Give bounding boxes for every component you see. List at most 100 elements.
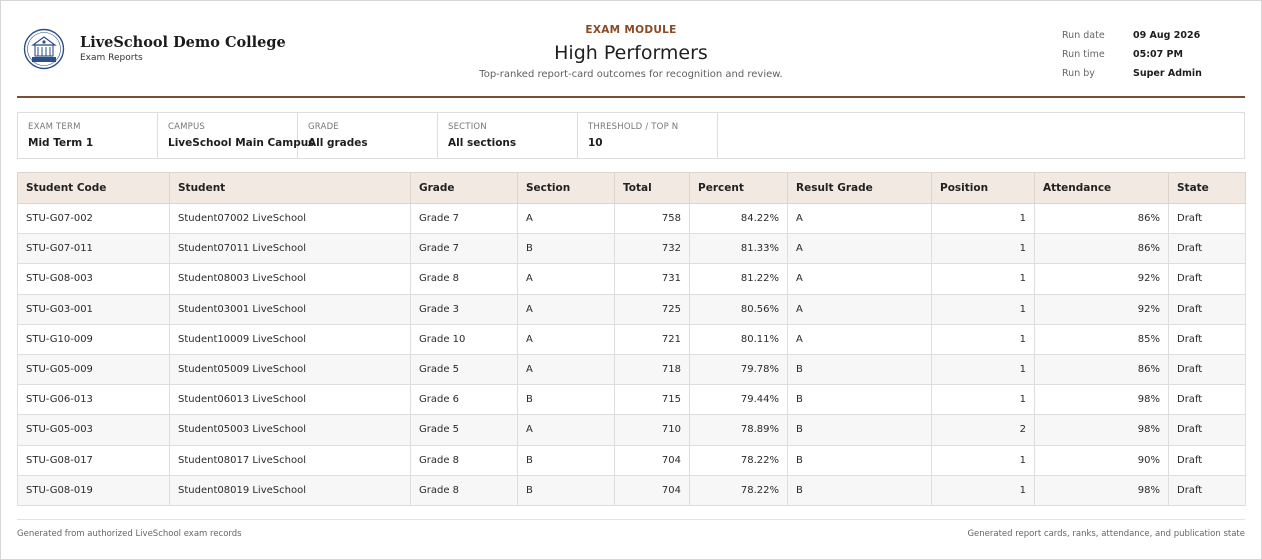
column-header-percent: Percent — [689, 172, 788, 204]
cell-percent: 81.22% — [689, 263, 788, 295]
filter-grade: GRADE All grades — [298, 113, 438, 158]
cell-section: B — [517, 474, 615, 506]
cell-section: A — [517, 353, 615, 386]
cell-section: A — [517, 263, 615, 295]
cell-grade: Grade 8 — [410, 474, 518, 506]
column-header-student-code: Student Code — [17, 172, 170, 204]
cell-percent: 81.33% — [689, 233, 788, 265]
table-row: STU-G08-003 Student08003 LiveSchool Grade … — [17, 263, 1246, 295]
cell-state: Draft — [1168, 233, 1246, 265]
run-date-row: Run date 09 Aug 2026 — [1062, 26, 1202, 45]
cell-student-code: STU-G03-001 — [17, 293, 170, 325]
cell-total: 710 — [614, 414, 690, 446]
cell-percent: 78.22% — [689, 474, 788, 506]
cell-attendance: 98% — [1034, 384, 1169, 416]
cell-attendance: 86% — [1034, 202, 1169, 235]
filter-value: LiveSchool Main Campus — [168, 137, 315, 149]
cell-section: B — [517, 384, 615, 416]
filter-value: All grades — [308, 137, 368, 149]
cell-section: B — [517, 444, 615, 476]
cell-total: 715 — [614, 384, 690, 416]
cell-section: B — [517, 233, 615, 265]
cell-grade: Grade 8 — [410, 444, 518, 476]
cell-position: 1 — [931, 353, 1035, 386]
cell-state: Draft — [1168, 263, 1246, 295]
run-time-label: Run time — [1062, 49, 1105, 60]
cell-attendance: 98% — [1034, 474, 1169, 506]
filter-label: CAMPUS — [168, 122, 206, 132]
cell-grade: Grade 7 — [410, 233, 518, 265]
filter-value: All sections — [448, 137, 517, 149]
cell-grade: Grade 6 — [410, 384, 518, 416]
cell-attendance: 90% — [1034, 444, 1169, 476]
run-date-label: Run date — [1062, 30, 1105, 41]
report-header: LiveSchool Demo College Exam Reports EXA… — [17, 0, 1245, 98]
table-row: STU-G03-001 Student03001 LiveSchool Grade … — [17, 293, 1246, 325]
cell-percent: 79.44% — [689, 384, 788, 416]
column-header-position: Position — [931, 172, 1035, 204]
cell-percent: 84.22% — [689, 202, 788, 235]
column-header-section: Section — [517, 172, 615, 204]
cell-student-code: STU-G10-009 — [17, 323, 170, 355]
page-subtitle: Top-ranked report-card outcomes for reco… — [479, 69, 783, 80]
table-header-row: Student Code Student Grade Section Total… — [17, 172, 1246, 204]
cell-attendance: 92% — [1034, 293, 1169, 325]
cell-student-name: Student08017 LiveSchool — [169, 444, 411, 476]
table-row: STU-G05-003 Student05003 LiveSchool Grade … — [17, 414, 1246, 446]
cell-position: 1 — [931, 293, 1035, 325]
cell-result-grade: B — [787, 444, 932, 476]
cell-percent: 80.11% — [689, 323, 788, 355]
page-title: High Performers — [554, 42, 708, 64]
cell-student-code: STU-G08-003 — [17, 263, 170, 295]
cell-result-grade: A — [787, 263, 932, 295]
title-block: EXAM MODULE High Performers Top-ranked r… — [17, 24, 1245, 80]
column-header-total: Total — [614, 172, 690, 204]
cell-student-code: STU-G07-011 — [17, 233, 170, 265]
cell-attendance: 98% — [1034, 414, 1169, 446]
cell-student-name: Student10009 LiveSchool — [169, 323, 411, 355]
table-row: STU-G08-019 Student08019 LiveSchool Grade … — [17, 474, 1246, 506]
cell-position: 1 — [931, 474, 1035, 506]
run-time-value: 05:07 PM — [1133, 49, 1183, 60]
cell-state: Draft — [1168, 384, 1246, 416]
run-by-value: Super Admin — [1133, 68, 1202, 79]
cell-position: 1 — [931, 233, 1035, 265]
cell-total: 718 — [614, 353, 690, 386]
cell-attendance: 86% — [1034, 233, 1169, 265]
run-date-value: 09 Aug 2026 — [1133, 30, 1201, 41]
table-body: STU-G07-002 Student07002 LiveSchool Grade … — [17, 202, 1246, 506]
cell-percent: 79.78% — [689, 353, 788, 386]
cell-total: 758 — [614, 202, 690, 235]
cell-result-grade: B — [787, 414, 932, 446]
cell-total: 725 — [614, 293, 690, 325]
filter-section: SECTION All sections — [438, 113, 578, 158]
column-header-result-grade: Result Grade — [787, 172, 932, 204]
filter-value: 10 — [588, 137, 603, 149]
run-by-label: Run by — [1062, 68, 1095, 79]
cell-grade: Grade 8 — [410, 263, 518, 295]
cell-state: Draft — [1168, 293, 1246, 325]
cell-student-name: Student08019 LiveSchool — [169, 474, 411, 506]
cell-percent: 80.56% — [689, 293, 788, 325]
cell-result-grade: B — [787, 353, 932, 386]
cell-result-grade: B — [787, 474, 932, 506]
cell-position: 1 — [931, 202, 1035, 235]
cell-total: 732 — [614, 233, 690, 265]
cell-student-name: Student08003 LiveSchool — [169, 263, 411, 295]
filter-label: THRESHOLD / TOP N — [588, 122, 679, 132]
filter-label: EXAM TERM — [28, 122, 81, 132]
cell-student-code: STU-G08-019 — [17, 474, 170, 506]
cell-student-code: STU-G05-009 — [17, 353, 170, 386]
filter-campus: CAMPUS LiveSchool Main Campus — [158, 113, 315, 158]
cell-attendance: 85% — [1034, 323, 1169, 355]
cell-grade: Grade 7 — [410, 202, 518, 235]
cell-state: Draft — [1168, 444, 1246, 476]
cell-student-name: Student05003 LiveSchool — [169, 414, 411, 446]
cell-student-code: STU-G08-017 — [17, 444, 170, 476]
column-header-state: State — [1168, 172, 1246, 204]
cell-result-grade: A — [787, 293, 932, 325]
cell-state: Draft — [1168, 414, 1246, 446]
cell-grade: Grade 5 — [410, 414, 518, 446]
high-performers-table: Student Code Student Grade Section Total… — [17, 172, 1246, 506]
footer-divider — [17, 519, 1245, 520]
